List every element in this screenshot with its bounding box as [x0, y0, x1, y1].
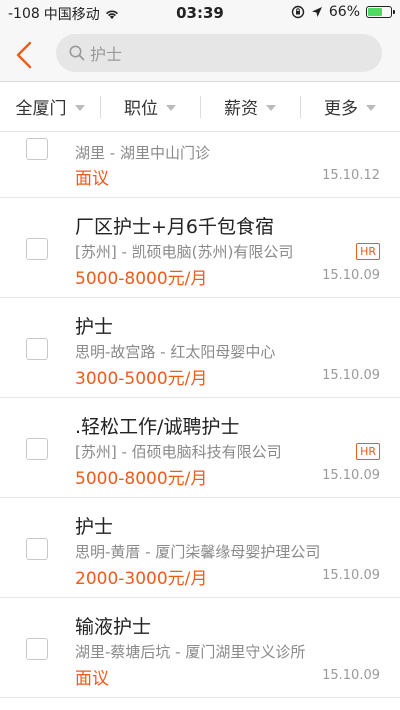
job-date: 15.10.09 — [322, 368, 380, 383]
job-list: 湖里 - 湖里中山门诊 面议 15.10.12 厂区护士+月6千包食宿 [苏州]… — [0, 132, 400, 710]
job-checkbox[interactable] — [26, 438, 48, 460]
job-checkbox[interactable] — [26, 238, 48, 260]
search-icon — [69, 45, 85, 61]
job-salary: 面议 — [75, 669, 109, 689]
filter-position[interactable]: 职位 — [100, 82, 200, 131]
job-title: 护士 — [75, 516, 114, 538]
dropdown-triangle-icon — [266, 104, 276, 111]
job-list-item[interactable]: 护士 思明-黄厝 - 厦门柒馨缘母婴护理公司 2000-3000元/月 15.1… — [0, 498, 400, 598]
chevron-left-icon — [16, 41, 32, 69]
search-input[interactable]: 护士 — [56, 34, 382, 72]
job-list-item[interactable]: 护士 思明-故宫路 - 红太阳母婴中心 3000-5000元/月 15.10.0… — [0, 298, 400, 398]
job-salary: 面议 — [75, 169, 109, 189]
job-salary: 2000-3000元/月 — [75, 569, 208, 589]
job-date: 15.10.09 — [322, 268, 380, 283]
job-list-item[interactable]: 输液护士 湖里-蔡塘后坑 - 厦门湖里守义诊所 面议 15.10.09 — [0, 598, 400, 698]
job-company: 思明-黄厝 - 厦门柒馨缘母婴护理公司 — [75, 543, 321, 561]
nav-header: 护士 — [0, 28, 400, 82]
job-company: 湖里-蔡塘后坑 - 厦门湖里守义诊所 — [75, 643, 306, 661]
battery-level — [368, 8, 382, 16]
job-company: [苏州] - 凯硕电脑(苏州)有限公司 — [75, 243, 294, 261]
filter-salary-label: 薪资 — [224, 99, 258, 119]
hr-badge: HR — [356, 243, 380, 260]
job-list-item[interactable]: 厂区护士+月6千包食宿 [苏州] - 凯硕电脑(苏州)有限公司 HR 5000-… — [0, 198, 400, 298]
job-title: 厂区护士+月6千包食宿 — [75, 216, 275, 238]
job-checkbox[interactable] — [26, 338, 48, 360]
job-date: 15.10.09 — [322, 568, 380, 583]
job-checkbox[interactable] — [26, 538, 48, 560]
job-date: 15.10.09 — [322, 468, 380, 483]
dropdown-triangle-icon — [166, 104, 176, 111]
job-list-item[interactable]: .轻松工作/诚聘护士 [苏州] - 佰硕电脑科技有限公司 HR 5000-800… — [0, 398, 400, 498]
dropdown-triangle-icon — [74, 104, 85, 111]
battery-percent: 66% — [328, 4, 360, 20]
filter-bar: 全厦门 职位 薪资 更多 — [0, 82, 400, 132]
job-company: 思明-故宫路 - 红太阳母婴中心 — [75, 343, 276, 361]
job-checkbox[interactable] — [26, 638, 48, 660]
job-title: 输液护士 — [75, 616, 152, 638]
job-company: [苏州] - 佰硕电脑科技有限公司 — [75, 443, 282, 461]
job-title: 护士 — [75, 316, 114, 338]
filter-position-label: 职位 — [124, 99, 158, 119]
dropdown-triangle-icon — [366, 104, 376, 111]
status-right: 66% — [291, 4, 395, 20]
job-checkbox[interactable] — [26, 138, 48, 160]
status-bar: -108 中国移动 03:39 66% — [0, 0, 400, 28]
back-button[interactable] — [12, 40, 38, 70]
filter-location-label: 全厦门 — [15, 99, 67, 119]
job-date: 15.10.09 — [322, 668, 380, 683]
hr-badge: HR — [356, 443, 380, 460]
job-date: 15.10.12 — [322, 168, 380, 183]
location-arrow-icon — [311, 7, 322, 17]
rotation-lock-icon — [291, 5, 305, 19]
battery-icon — [366, 6, 395, 18]
filter-salary[interactable]: 薪资 — [200, 82, 300, 131]
filter-location[interactable]: 全厦门 — [0, 82, 100, 131]
job-salary: 3000-5000元/月 — [75, 369, 208, 389]
filter-more-label: 更多 — [324, 99, 358, 119]
job-salary: 5000-8000元/月 — [75, 269, 208, 289]
job-title: .轻松工作/诚聘护士 — [75, 416, 240, 438]
search-text: 护士 — [90, 45, 123, 64]
job-salary: 5000-8000元/月 — [75, 469, 208, 489]
job-list-item[interactable]: 湖里 - 湖里中山门诊 面议 15.10.12 — [0, 132, 400, 198]
job-company: 湖里 - 湖里中山门诊 — [75, 144, 210, 162]
filter-more[interactable]: 更多 — [300, 82, 400, 131]
